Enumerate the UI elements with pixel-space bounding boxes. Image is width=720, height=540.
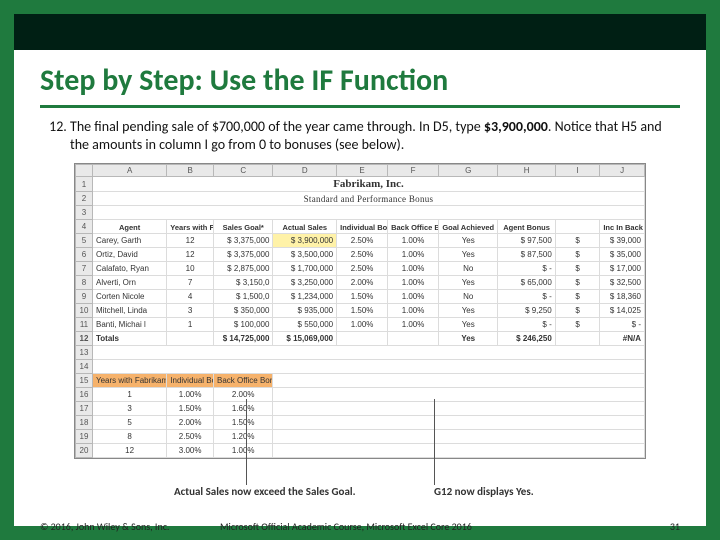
totals-row: 12Totals$ 14,725,000$ 15,069,000Yes$ 246… — [76, 332, 645, 346]
footer-course: Microsoft Official Academic Course, Micr… — [220, 520, 472, 533]
table-row: 10Mitchell, Linda3$ 350,000$ 935,0001.50… — [76, 304, 645, 318]
footer-page: 31 — [670, 520, 680, 533]
step-12-text-before: The final pending sale of $700,000 of th… — [70, 118, 484, 135]
slide-frame: Step by Step: Use the IF Function The fi… — [0, 0, 720, 540]
step-12-bold: $3,900,000 — [484, 118, 548, 135]
top-band — [14, 14, 706, 50]
table-row: 7Calafato, Ryan10$ 2,875,000$ 1,700,0002… — [76, 262, 645, 276]
col-i: I — [555, 165, 600, 177]
content-area: Step by Step: Use the IF Function The fi… — [40, 62, 680, 500]
col-e: E — [337, 165, 388, 177]
bonus-row: 1731.50%1.60% — [76, 402, 645, 416]
col-c: C — [213, 165, 272, 177]
table-row: 5Carey, Garth12$ 3,375,000$ 3,900,0002.5… — [76, 234, 645, 248]
col-b: B — [167, 165, 214, 177]
table-header-row: 4 Agent Years with Fabrikam Sales Goal* … — [76, 220, 645, 234]
callout-line-right — [434, 399, 435, 485]
hdr-agent-bonus: Agent Bonus — [498, 220, 555, 234]
sheet-subtitle: Standard and Performance Bonus — [92, 192, 644, 206]
col-a: A — [92, 165, 166, 177]
table-row: 11Banti, Michai l1$ 100,000$ 550,0001.00… — [76, 318, 645, 332]
column-headers: A B C D E F G H I J — [76, 165, 645, 177]
hdr-back-office: Inc In Back Office — [600, 220, 645, 234]
table-row: 8Alverti, Orn7$ 3,150,0 $ 3,250,0002.00%… — [76, 276, 645, 290]
callout-line-left — [246, 399, 247, 485]
bonus-row: 20123.00%1.00% — [76, 444, 645, 458]
bonus-table-header: 15Years with FabrikamIndividual BonusBac… — [76, 374, 645, 388]
hdr-actual: Actual Sales — [273, 220, 337, 234]
col-h: H — [498, 165, 555, 177]
annotation-left: Actual Sales now exceed the Sales Goal. — [174, 485, 356, 498]
hdr-bo-rate: Back Office Bonus Rate — [388, 220, 439, 234]
col-g: G — [439, 165, 498, 177]
col-d: D — [273, 165, 337, 177]
hdr-goal: Sales Goal* — [213, 220, 272, 234]
company-title: Fabrikam, Inc. — [92, 177, 644, 192]
table-row: 9Corten Nicole4$ 1,500,0 $ 1,234,0001.50… — [76, 290, 645, 304]
step-list: The final pending sale of $700,000 of th… — [40, 118, 680, 153]
step-12: The final pending sale of $700,000 of th… — [70, 118, 680, 153]
bonus-row: 1852.00%1.50% — [76, 416, 645, 430]
col-f: F — [388, 165, 439, 177]
annotation-right: G12 now displays Yes. — [434, 485, 534, 498]
bonus-row: 1611.00%2.00% — [76, 388, 645, 402]
slide-title: Step by Step: Use the IF Function — [40, 62, 680, 99]
hdr-years: Years with Fabrikam — [167, 220, 214, 234]
hdr-rate: Individual Bonus Rate — [337, 220, 388, 234]
footer-copyright: © 2016, John Wiley & Sons, Inc. — [40, 520, 169, 533]
table-row: 6Ortiz, David12$ 3,375,000$ 3,500,0002.5… — [76, 248, 645, 262]
bonus-row: 1982.50%1.20% — [76, 430, 645, 444]
spreadsheet-screenshot: A B C D E F G H I J 1Fabrikam, Inc. 2Sta… — [74, 163, 646, 459]
title-underline — [40, 105, 680, 108]
col-blank — [76, 165, 93, 177]
spreadsheet-grid: A B C D E F G H I J 1Fabrikam, Inc. 2Sta… — [75, 164, 645, 458]
hdr-goal-ach: Goal Achieved — [439, 220, 498, 234]
hdr-agent: Agent — [92, 220, 166, 234]
col-j: J — [600, 165, 645, 177]
annotations: Actual Sales now exceed the Sales Goal. … — [74, 469, 644, 499]
